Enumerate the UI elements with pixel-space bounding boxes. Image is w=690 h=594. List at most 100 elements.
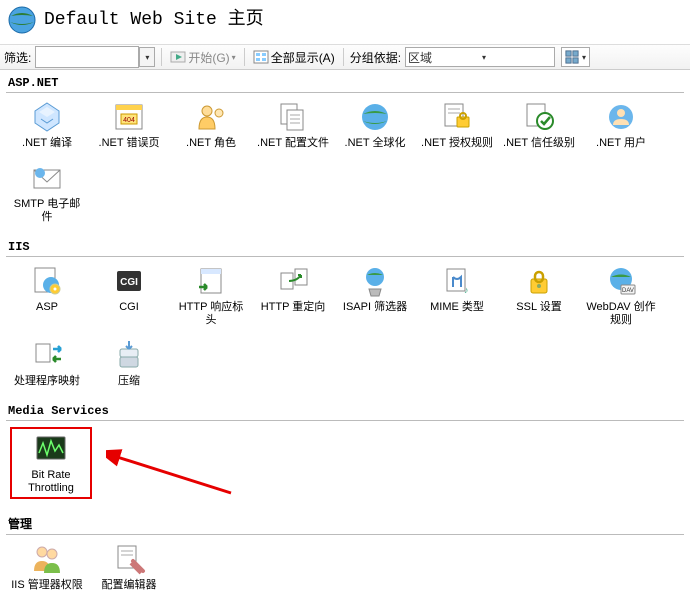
feature-mgr[interactable]: IIS 管理器权限 [10, 541, 84, 592]
feature-label: .NET 配置文件 [256, 137, 330, 150]
error-icon: 404 [111, 99, 147, 135]
feature-bitrate[interactable]: Bit Rate Throttling [10, 427, 92, 499]
icon-grid: Bit Rate Throttling [6, 421, 684, 509]
feature-label: .NET 信任级别 [502, 137, 576, 150]
feature-profile[interactable]: .NET 配置文件 [256, 99, 330, 150]
headers-icon [193, 263, 229, 299]
start-button[interactable]: 开始(G) ▾ [168, 49, 237, 66]
group-iis: IIS ASP CGI CGI HTTP 响应标头 HTTP 重定向 ISAPI 筛选器 ♪ M… [6, 238, 684, 398]
start-dropdown-arrow: ▾ [232, 53, 236, 62]
handler-icon [29, 337, 65, 373]
group-by-label: 分组依据: [350, 49, 401, 66]
auth-icon [439, 99, 475, 135]
icon-grid: IIS 管理器权限配置编辑器 [6, 535, 684, 594]
site-icon [6, 4, 38, 36]
show-all-icon [253, 49, 269, 65]
feature-label: .NET 用户 [584, 137, 658, 150]
filter-label: 筛选: [4, 49, 31, 66]
feature-label: SMTP 电子邮件 [10, 198, 84, 224]
feature-label: HTTP 重定向 [256, 301, 330, 314]
feature-cgi[interactable]: CGI CGI [92, 263, 166, 314]
compile-icon [29, 99, 65, 135]
feature-label: 配置编辑器 [92, 579, 166, 592]
start-icon [170, 49, 186, 65]
group-by-value: 区域 [408, 49, 478, 66]
group-media: Media Services Bit Rate Throttling [6, 402, 684, 509]
feature-label: WebDAV 创作规则 [584, 301, 658, 327]
feature-webdav[interactable]: DAV WebDAV 创作规则 [584, 263, 658, 327]
separator [244, 48, 245, 66]
feature-smtp[interactable]: SMTP 电子邮件 [10, 160, 84, 224]
group-header: 管理 [6, 513, 684, 535]
feature-isapi[interactable]: ISAPI 筛选器 [338, 263, 412, 314]
feature-handler[interactable]: 处理程序映射 [10, 337, 84, 388]
group-mgmt: 管理IIS 管理器权限配置编辑器 [6, 513, 684, 594]
group-header: ASP.NET [6, 74, 684, 93]
toolbar: 筛选: ▾ 开始(G) ▾ 全部显示(A) 分组依据: 区域 ▾ ▾ [0, 44, 690, 70]
mime-icon: ♪ [439, 263, 475, 299]
redirect-icon [275, 263, 311, 299]
feature-label: .NET 编译 [10, 137, 84, 150]
dropdown-arrow-icon: ▾ [482, 53, 552, 62]
feature-trust[interactable]: .NET 信任级别 [502, 99, 576, 150]
users-icon [603, 99, 639, 135]
feature-compress[interactable]: 压缩 [92, 337, 166, 388]
show-all-label: 全部显示(A) [271, 49, 335, 66]
show-all-button[interactable]: 全部显示(A) [251, 49, 337, 66]
separator [343, 48, 344, 66]
isapi-icon [357, 263, 393, 299]
feature-error[interactable]: 404 .NET 错误页 [92, 99, 166, 150]
feature-compile[interactable]: .NET 编译 [10, 99, 84, 150]
content-area: ASP.NET .NET 编译 404 .NET 错误页 .NET 角色 .NET 配置文… [0, 74, 690, 594]
feature-global[interactable]: .NET 全球化 [338, 99, 412, 150]
icon-grid: .NET 编译 404 .NET 错误页 .NET 角色 .NET 配置文件 .NET 全… [6, 93, 684, 234]
ssl-icon [521, 263, 557, 299]
feature-users[interactable]: .NET 用户 [584, 99, 658, 150]
icon-grid: ASP CGI CGI HTTP 响应标头 HTTP 重定向 ISAPI 筛选器 ♪ MIME… [6, 257, 684, 398]
smtp-icon [29, 160, 65, 196]
cfg-icon [111, 541, 147, 577]
feature-label: .NET 授权规则 [420, 137, 494, 150]
start-label: 开始(G) [188, 49, 229, 66]
roles-icon [193, 99, 229, 135]
feature-ssl[interactable]: SSL 设置 [502, 263, 576, 314]
feature-cfg[interactable]: 配置编辑器 [92, 541, 166, 592]
svg-text:♪: ♪ [464, 285, 469, 295]
page-title: Default Web Site 主页 [44, 4, 264, 30]
asp-icon [29, 263, 65, 299]
svg-text:CGI: CGI [120, 277, 138, 288]
cgi-icon: CGI [111, 263, 147, 299]
feature-label: .NET 全球化 [338, 137, 412, 150]
dropdown-arrow-icon: ▾ [582, 53, 586, 62]
feature-headers[interactable]: HTTP 响应标头 [174, 263, 248, 327]
webdav-icon: DAV [603, 263, 639, 299]
view-mode-button[interactable]: ▾ [561, 47, 590, 67]
feature-redirect[interactable]: HTTP 重定向 [256, 263, 330, 314]
bitrate-icon [33, 431, 69, 467]
feature-label: 压缩 [92, 375, 166, 388]
feature-mime[interactable]: ♪ MIME 类型 [420, 263, 494, 314]
feature-label: ISAPI 筛选器 [338, 301, 412, 314]
feature-asp[interactable]: ASP [10, 263, 84, 314]
feature-label: 处理程序映射 [10, 375, 84, 388]
feature-roles[interactable]: .NET 角色 [174, 99, 248, 150]
group-aspnet: ASP.NET .NET 编译 404 .NET 错误页 .NET 角色 .NET 配置文… [6, 74, 684, 234]
feature-label: SSL 设置 [502, 301, 576, 314]
group-by-select[interactable]: 区域 ▾ [405, 47, 555, 67]
feature-auth[interactable]: .NET 授权规则 [420, 99, 494, 150]
feature-label: Bit Rate Throttling [14, 469, 88, 495]
filter-input[interactable] [35, 46, 139, 68]
feature-label: MIME 类型 [420, 301, 494, 314]
svg-text:404: 404 [123, 117, 135, 124]
feature-label: CGI [92, 301, 166, 314]
separator [161, 48, 162, 66]
svg-text:DAV: DAV [622, 288, 634, 294]
filter-dropdown[interactable]: ▾ [139, 47, 155, 67]
feature-label: .NET 错误页 [92, 137, 166, 150]
group-header: Media Services [6, 402, 684, 421]
compress-icon [111, 337, 147, 373]
global-icon [357, 99, 393, 135]
feature-label: HTTP 响应标头 [174, 301, 248, 327]
feature-label: .NET 角色 [174, 137, 248, 150]
group-header: IIS [6, 238, 684, 257]
